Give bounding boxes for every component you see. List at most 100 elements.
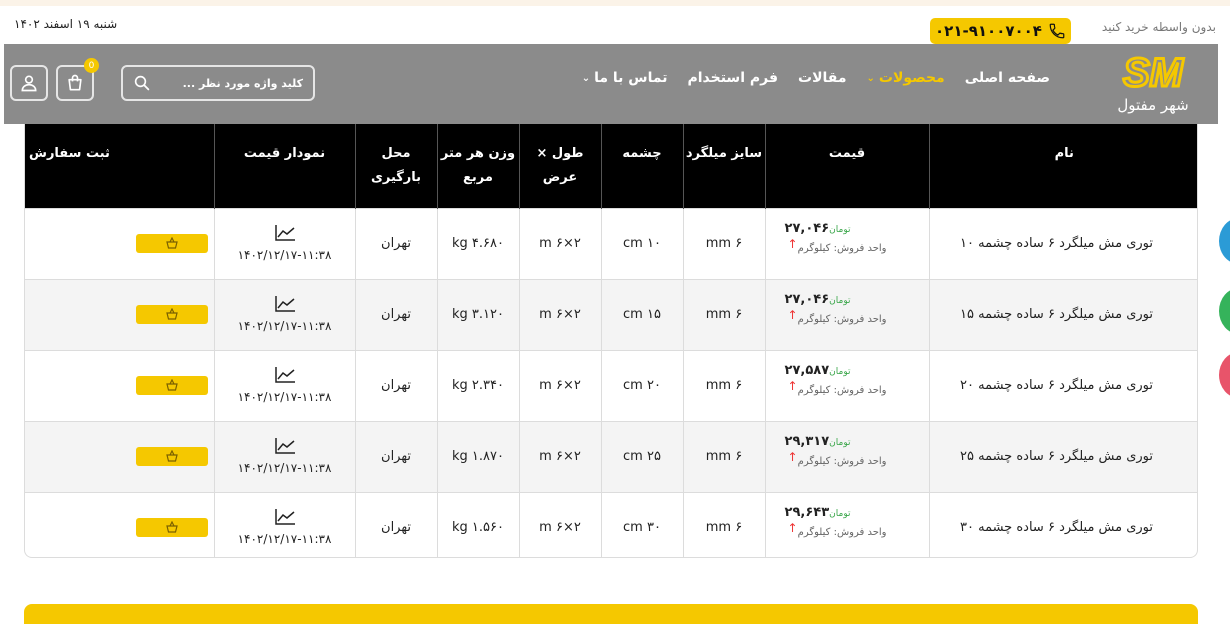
price-cell: تومان۲۹,۳۱۷ واحد فروش: کیلوگرم ↑ <box>764 420 929 492</box>
bottom-action-bar[interactable] <box>24 604 1198 624</box>
nav-products[interactable]: محصولات ⌄ <box>867 70 945 86</box>
order-cell <box>25 278 214 350</box>
mesh-size: ۲۰ cm <box>600 349 683 421</box>
main-header: SM شهر مفتول صفحه اصلی محصولات ⌄ مقالات ف… <box>4 44 1218 124</box>
price-chart-cell: ۱۴۰۲/۱۲/۱۷-۱۱:۳۸ <box>213 349 355 421</box>
price-cell: تومان۲۷,۵۸۷ واحد فروش: کیلوگرم ↑ <box>764 349 929 421</box>
product-name[interactable]: توری مش میلگرد ۶ ساده چشمه ۳۰ <box>928 491 1197 557</box>
order-cell <box>25 207 214 279</box>
loading-location: تهران <box>354 420 437 492</box>
nav-contact[interactable]: تماس با ما ⌄ <box>582 70 668 86</box>
price-cell: تومان۲۷,۰۴۶ واحد فروش: کیلوگرم ↑ <box>764 207 929 279</box>
product-name[interactable]: توری مش میلگرد ۶ ساده چشمه ۲۰ <box>928 349 1197 421</box>
col-header-location: محل بارگیری <box>354 124 437 208</box>
basket-icon <box>166 521 178 533</box>
site-logo[interactable]: SM شهر مفتول <box>1096 50 1210 116</box>
floating-instagram-button[interactable] <box>1219 352 1230 398</box>
col-header-dims: طول × عرض <box>518 124 601 208</box>
col-header-name: نام <box>928 124 1197 208</box>
table-row: توری مش میلگرد ۶ ساده چشمه ۱۰ تومان۲۷,۰۴… <box>25 207 1197 279</box>
phone-icon <box>1049 23 1065 39</box>
current-date: شنبه ۱۹ اسفند ۱۴۰۲ <box>14 17 118 31</box>
order-button[interactable] <box>136 305 208 324</box>
sale-unit: واحد فروش: کیلوگرم <box>797 313 887 325</box>
cart-button[interactable]: 0 <box>56 58 99 101</box>
sheet-dims: ۲×۶ m <box>518 491 601 557</box>
sheet-dims: ۲×۶ m <box>518 349 601 421</box>
weight-per-m2: ۴.۶۸۰ kg <box>436 207 519 279</box>
sheet-dims: ۲×۶ m <box>518 278 601 350</box>
arrow-up-icon: ↑ <box>787 236 798 251</box>
cart-count-badge: 0 <box>84 58 99 73</box>
price-value: تومان۲۷,۵۸۷ <box>784 362 851 378</box>
nav-home[interactable]: صفحه اصلی <box>965 70 1050 86</box>
loading-location: تهران <box>354 207 437 279</box>
cart-icon <box>68 74 82 91</box>
currency-label: تومان <box>829 437 851 448</box>
arrow-up-icon: ↑ <box>787 307 798 322</box>
price-cell: تومان۲۷,۰۴۶ واحد فروش: کیلوگرم ↑ <box>764 278 929 350</box>
price-value: تومان۲۹,۳۱۷ <box>784 433 851 449</box>
price-update-date: ۱۴۰۲/۱۲/۱۷-۱۱:۳۸ <box>237 532 332 546</box>
basket-icon <box>166 379 178 391</box>
order-button[interactable] <box>136 234 208 253</box>
basket-icon <box>166 450 178 462</box>
product-name[interactable]: توری مش میلگرد ۶ ساده چشمه ۱۵ <box>928 278 1197 350</box>
search-icon[interactable] <box>133 74 151 92</box>
order-cell <box>25 349 214 421</box>
price-chart-cell: ۱۴۰۲/۱۲/۱۷-۱۱:۳۸ <box>213 207 355 279</box>
weight-per-m2: ۳.۱۲۰ kg <box>436 278 519 350</box>
arrow-up-icon: ↑ <box>787 378 798 393</box>
table-header-row: نام قیمت سایز میلگرد چشمه طول × عرض وزن … <box>25 124 1197 208</box>
nav-hiring-form[interactable]: فرم استخدام <box>687 70 778 86</box>
nav-articles[interactable]: مقالات <box>798 70 847 86</box>
line-chart-icon[interactable] <box>274 295 296 313</box>
price-value: تومان۲۷,۰۴۶ <box>784 291 851 307</box>
price-update-date: ۱۴۰۲/۱۲/۱۷-۱۱:۳۸ <box>237 461 332 475</box>
user-icon <box>21 75 37 92</box>
product-name[interactable]: توری مش میلگرد ۶ ساده چشمه ۲۵ <box>928 420 1197 492</box>
price-chart-cell: ۱۴۰۲/۱۲/۱۷-۱۱:۳۸ <box>213 278 355 350</box>
line-chart-icon[interactable] <box>274 224 296 242</box>
order-cell <box>25 420 214 492</box>
sale-unit: واحد فروش: کیلوگرم <box>797 384 887 396</box>
sale-unit: واحد فروش: کیلوگرم <box>797 526 887 538</box>
rebar-size: ۶ mm <box>682 420 765 492</box>
floating-contact-button[interactable] <box>1219 218 1230 264</box>
rebar-size: ۶ mm <box>682 207 765 279</box>
line-chart-icon[interactable] <box>274 508 296 526</box>
basket-icon <box>166 308 178 320</box>
loading-location: تهران <box>354 278 437 350</box>
phone-button[interactable]: ۰۲۱-۹۱۰۰۷۰۰۴ <box>930 18 1071 44</box>
basket-icon <box>166 237 178 249</box>
floating-whatsapp-button[interactable] <box>1219 288 1230 334</box>
order-button[interactable] <box>136 518 208 537</box>
col-header-weight: وزن هر متر مربع <box>436 124 519 208</box>
col-header-price: قیمت <box>764 124 929 208</box>
currency-label: تومان <box>829 295 851 306</box>
product-name[interactable]: توری مش میلگرد ۶ ساده چشمه ۱۰ <box>928 207 1197 279</box>
chevron-down-icon: ⌄ <box>581 72 591 84</box>
line-chart-icon[interactable] <box>274 366 296 384</box>
table-row: توری مش میلگرد ۶ ساده چشمه ۲۵ تومان۲۹,۳۱… <box>25 420 1197 492</box>
order-button[interactable] <box>136 376 208 395</box>
rebar-size: ۶ mm <box>682 349 765 421</box>
arrow-up-icon: ↑ <box>787 520 798 535</box>
currency-label: تومان <box>829 366 851 377</box>
table-row: توری مش میلگرد ۶ ساده چشمه ۲۰ تومان۲۷,۵۸… <box>25 349 1197 421</box>
logo-mark: SM <box>1123 51 1185 95</box>
price-update-date: ۱۴۰۲/۱۲/۱۷-۱۱:۳۸ <box>237 390 332 404</box>
mesh-size: ۱۰ cm <box>600 207 683 279</box>
order-button[interactable] <box>136 447 208 466</box>
rebar-size: ۶ mm <box>682 491 765 557</box>
price-update-date: ۱۴۰۲/۱۲/۱۷-۱۱:۳۸ <box>237 319 332 333</box>
arrow-up-icon: ↑ <box>787 449 798 464</box>
account-button[interactable] <box>10 65 48 101</box>
price-value: تومان۲۹,۶۴۳ <box>784 504 851 520</box>
rebar-size: ۶ mm <box>682 278 765 350</box>
line-chart-icon[interactable] <box>274 437 296 455</box>
mesh-size: ۱۵ cm <box>600 278 683 350</box>
weight-per-m2: ۱.۵۶۰ kg <box>436 491 519 557</box>
sale-unit: واحد فروش: کیلوگرم <box>797 242 887 254</box>
search-input[interactable]: کلید واژه مورد نظر ... <box>121 65 315 101</box>
